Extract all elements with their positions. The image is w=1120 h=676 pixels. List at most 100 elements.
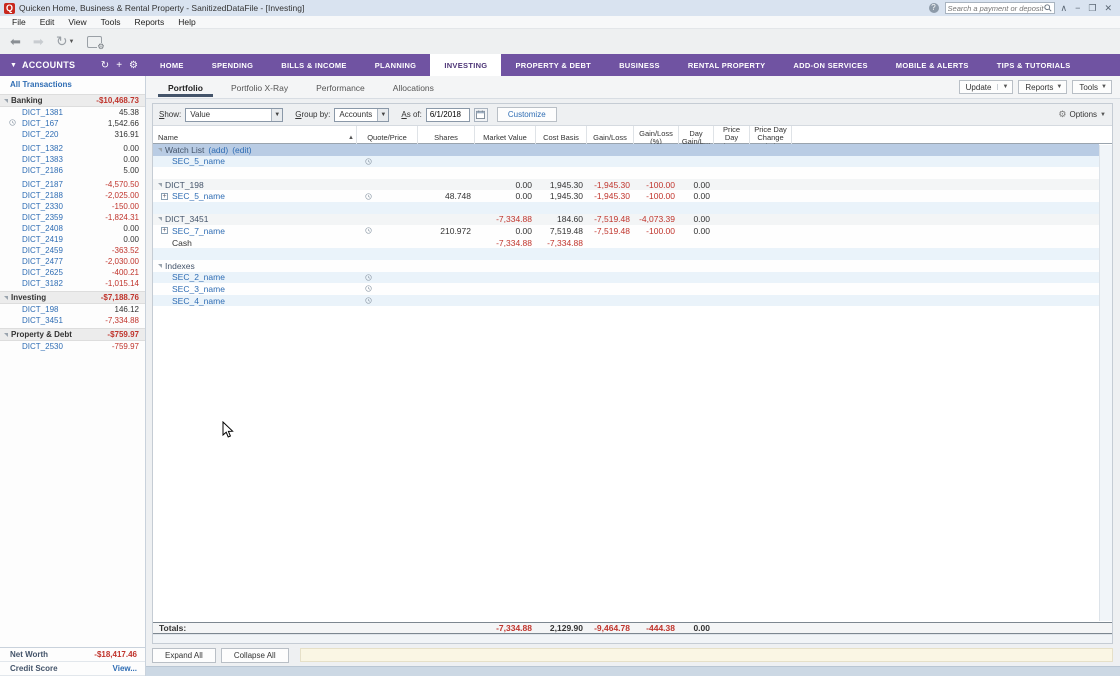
security-name-link[interactable]: SEC_3_name [172,284,225,294]
table-row-watch-list[interactable]: Watch List(add)(edit) [153,144,1099,156]
row-expander-icon[interactable] [158,148,162,152]
nav-tab-mobile-alerts[interactable]: MOBILE & ALERTS [882,54,983,76]
security-name-link[interactable]: SEC_4_name [172,296,225,306]
sidebar-account-row[interactable]: DICT_2330-150.00 [0,201,145,212]
search-input[interactable] [948,4,1044,13]
credit-score-row[interactable]: Credit Score View... [0,662,145,676]
menu-item-reports[interactable]: Reports [128,17,170,27]
reports-button[interactable]: Reports ▼ [1018,80,1067,94]
nav-tab-home[interactable]: HOME [146,54,198,76]
sidebar-item-all-transactions[interactable]: All Transactions [0,76,145,92]
table-row-sec-2-name[interactable]: SEC_2_name [153,272,1099,284]
subtab-performance[interactable]: Performance [302,79,379,96]
back-button[interactable]: ⬅ [10,34,21,50]
table-row-dict-3451[interactable]: DICT_3451-7,334.88184.60-7,519.48-4,073.… [153,214,1099,226]
horizontal-scrollbar[interactable] [153,634,1112,643]
restore-icon[interactable]: ❐ [1088,2,1096,14]
accounts-add-icon[interactable]: + [116,60,122,71]
minimize-icon[interactable]: − [1075,2,1080,14]
table-row-sec-5-name[interactable]: +SEC_5_name48.7480.001,945.30-1,945.30-1… [153,190,1099,202]
watchlist-edit-link[interactable]: (edit) [232,145,251,155]
table-row-dict-198[interactable]: DICT_1980.001,945.30-1,945.30-100.000.00 [153,179,1099,191]
table-row-indexes[interactable]: Indexes [153,260,1099,272]
help-icon[interactable]: ? [929,3,939,13]
nav-tab-planning[interactable]: PLANNING [361,54,431,76]
row-expander-icon[interactable] [158,183,162,187]
global-search[interactable] [945,2,1055,14]
nav-tab-bills-income[interactable]: BILLS & INCOME [267,54,360,76]
sidebar-account-row[interactable]: DICT_2459-363.52 [0,245,145,256]
security-name-link[interactable]: SEC_5_name [172,191,225,201]
sidebar-account-row[interactable]: DICT_2477-2,030.00 [0,256,145,267]
net-worth-row[interactable]: Net Worth -$18,417.46 [0,648,145,662]
expand-plus-icon[interactable]: + [161,227,168,234]
security-name-link[interactable]: SEC_5_name [172,156,225,166]
sidebar-account-row[interactable]: DICT_220316.91 [0,129,145,140]
account-group-banking[interactable]: Banking-$10,468.73 [0,94,145,107]
menu-item-view[interactable]: View [62,17,92,27]
nav-tab-property-debt[interactable]: PROPERTY & DEBT [501,54,605,76]
menu-item-file[interactable]: File [6,17,32,27]
accounts-collapse-icon[interactable]: ▼ [10,62,17,69]
calendar-icon[interactable] [474,108,488,122]
table-row-sec-7-name[interactable]: +SEC_7_name210.9720.007,519.48-7,519.48-… [153,225,1099,237]
update-dropdown-icon[interactable]: ▼ [997,84,1012,90]
nav-tab-business[interactable]: BUSINESS [605,54,674,76]
one-step-update-button[interactable]: ↻▼ [56,33,75,50]
nav-tab-spending[interactable]: SPENDING [198,54,268,76]
subtab-portfolio[interactable]: Portfolio [154,79,217,96]
tools-button[interactable]: Tools ▼ [1072,80,1112,94]
sidebar-account-row[interactable]: DICT_3182-1,015.14 [0,278,145,289]
accounts-refresh-icon[interactable]: ↻ [101,60,109,71]
show-dropdown[interactable]: Value ▼ [185,108,283,122]
table-row-cash[interactable]: Cash-7,334.88-7,334.88 [153,237,1099,249]
menu-item-tools[interactable]: Tools [95,17,127,27]
sidebar-account-row[interactable]: DICT_2625-400.21 [0,267,145,278]
customize-button[interactable]: Customize [497,107,557,122]
sidebar-account-row[interactable]: DICT_24190.00 [0,234,145,245]
groupby-dropdown-icon[interactable]: ▼ [377,109,388,121]
collapse-window-icon[interactable]: ∧ [1061,2,1068,14]
sidebar-account-row[interactable]: DICT_24080.00 [0,223,145,234]
nav-tab-investing[interactable]: INVESTING [430,54,501,76]
table-row-sec-5-name[interactable]: SEC_5_name [153,156,1099,168]
table-row-sec-3-name[interactable]: SEC_3_name [153,283,1099,295]
nav-tab-rental-property[interactable]: RENTAL PROPERTY [674,54,780,76]
sidebar-account-row[interactable]: DICT_2359-1,824.31 [0,212,145,223]
expand-all-button[interactable]: Expand All [152,648,216,663]
sidebar-account-row[interactable]: DICT_21865.00 [0,165,145,176]
forward-button[interactable]: ➡ [33,34,44,50]
account-group-property-debt[interactable]: Property & Debt-$759.97 [0,328,145,341]
collapse-all-button[interactable]: Collapse All [221,648,289,663]
subtab-portfolio-x-ray[interactable]: Portfolio X-Ray [217,79,302,96]
sidebar-account-row[interactable]: DICT_138145.38 [0,107,145,118]
groupby-dropdown[interactable]: Accounts ▼ [334,108,389,122]
sidebar-account-row[interactable]: DICT_1671,542.66 [0,118,145,129]
nav-tab-tips-tutorials[interactable]: TIPS & TUTORIALS [983,54,1085,76]
sidebar-account-row[interactable]: DICT_198146.12 [0,304,145,315]
account-group-investing[interactable]: Investing-$7,188.76 [0,291,145,304]
nav-tab-add-on-services[interactable]: ADD-ON SERVICES [779,54,881,76]
accounts-settings-icon[interactable]: ⚙ [129,60,138,71]
expand-plus-icon[interactable]: + [161,193,168,200]
show-dropdown-icon[interactable]: ▼ [271,109,282,121]
sidebar-account-row[interactable]: DICT_2530-759.97 [0,341,145,352]
group-expander-icon[interactable] [4,99,8,103]
vertical-scrollbar[interactable] [1099,145,1112,621]
update-settings-icon[interactable]: ⚙ [87,36,102,48]
group-expander-icon[interactable] [4,296,8,300]
row-expander-icon[interactable] [158,217,162,221]
sidebar-account-row[interactable]: DICT_3451-7,334.88 [0,315,145,326]
credit-score-view-link[interactable]: View... [113,664,137,673]
sidebar-account-row[interactable]: DICT_2187-4,570.50 [0,179,145,190]
sidebar-account-row[interactable]: DICT_2188-2,025.00 [0,190,145,201]
close-icon[interactable]: ✕ [1104,2,1112,14]
sidebar-account-row[interactable]: DICT_13830.00 [0,154,145,165]
asof-date-input[interactable] [426,108,470,122]
security-name-link[interactable]: SEC_2_name [172,272,225,282]
group-expander-icon[interactable] [4,333,8,337]
options-button[interactable]: ⚙ Options ▼ [1058,109,1106,120]
row-expander-icon[interactable] [158,264,162,268]
watchlist-add-link[interactable]: (add) [208,145,228,155]
security-name-link[interactable]: SEC_7_name [172,226,225,236]
